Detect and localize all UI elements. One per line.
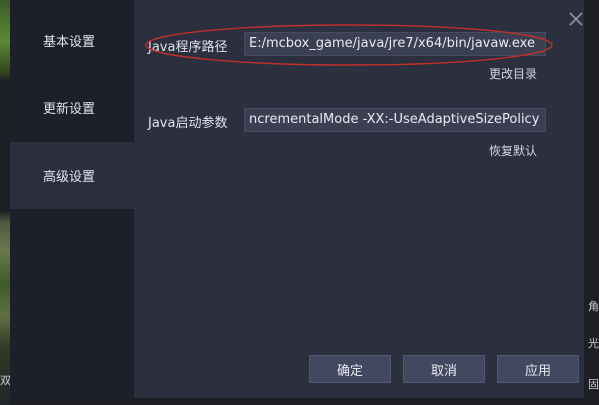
java-args-field[interactable]: ncrementalMode -XX:-UseAdaptiveSizePolic…	[244, 108, 546, 132]
change-directory-link[interactable]: 更改目录	[489, 65, 537, 82]
close-icon	[569, 12, 583, 26]
cancel-button[interactable]: 取消	[403, 355, 485, 383]
sidebar-item-basic-settings[interactable]: 基本设置	[10, 7, 134, 74]
restore-default-link[interactable]: 恢复默认	[489, 142, 537, 159]
sidebar-item-advanced-settings[interactable]: 高级设置	[10, 142, 134, 209]
java-args-label: Java启动参数	[148, 116, 228, 131]
java-path-field[interactable]: E:/mcbox_game/java/jre7/x64/bin/javaw.ex…	[244, 32, 546, 56]
background-right-text-3: 固	[588, 378, 599, 391]
background-right-text-2: 光	[588, 337, 599, 350]
close-button[interactable]	[567, 10, 585, 28]
confirm-button[interactable]: 确定	[309, 355, 391, 383]
background-right-text-1: 角	[588, 300, 599, 313]
sidebar-item-update-settings[interactable]: 更新设置	[10, 74, 134, 141]
java-path-label: Java程序路径	[148, 40, 228, 55]
apply-button[interactable]: 应用	[497, 355, 579, 383]
background-game-strip	[0, 0, 10, 405]
background-left-text: 双	[0, 374, 10, 387]
